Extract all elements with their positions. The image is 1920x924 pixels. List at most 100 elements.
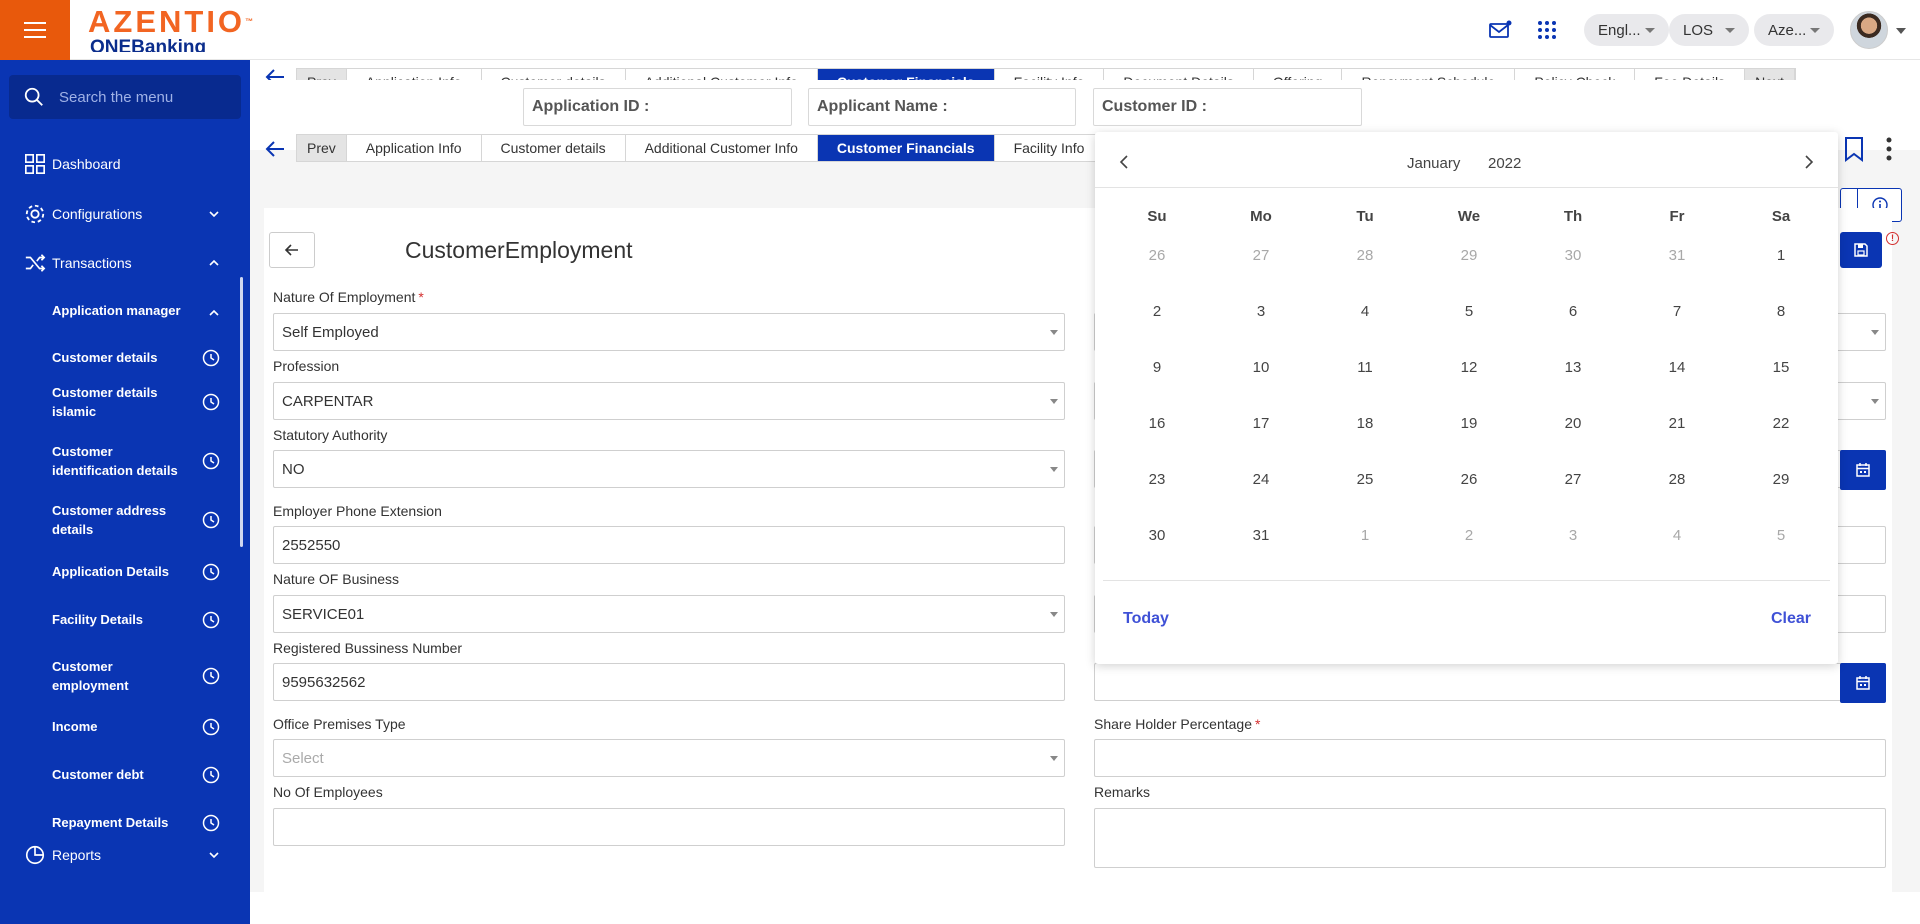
sidebar-item-customer-details[interactable]: Customer details — [52, 339, 232, 377]
entity-select[interactable]: Aze... — [1754, 14, 1835, 46]
arrow-left-icon[interactable] — [264, 66, 286, 80]
calendar-day[interactable]: 26 — [1417, 460, 1521, 500]
menu-toggle-button[interactable] — [0, 0, 70, 60]
date-picker-button[interactable] — [1840, 663, 1886, 703]
sidebar-item-transactions[interactable]: Transactions — [0, 243, 240, 283]
calendar-day[interactable]: 12 — [1417, 348, 1521, 388]
calendar-day[interactable]: 29 — [1729, 460, 1833, 500]
language-select[interactable]: Engl... — [1584, 14, 1669, 46]
menu-search[interactable] — [9, 75, 241, 119]
chevron-down-icon[interactable] — [1896, 28, 1906, 34]
tab-prev-button[interactable]: Prev — [297, 69, 347, 80]
calendar-day[interactable]: 7 — [1625, 292, 1729, 332]
calendar-day[interactable]: 9 — [1105, 348, 1209, 388]
nature-of-business-select[interactable]: SERVICE01 — [273, 595, 1065, 633]
sidebar-item-customer-address-details[interactable]: Customer address details — [52, 498, 232, 542]
date-input-2[interactable] — [1094, 663, 1886, 701]
chevron-right-icon[interactable] — [1800, 154, 1816, 170]
tab-facility-info[interactable]: Facility Info — [995, 135, 1105, 161]
calendar-day[interactable]: 2 — [1417, 516, 1521, 556]
chevron-left-icon[interactable] — [1117, 154, 1133, 170]
sidebar-item-reports[interactable]: Reports — [0, 835, 240, 875]
arrow-left-icon[interactable] — [264, 138, 286, 160]
tab-application-info[interactable]: Application Info — [347, 69, 482, 80]
calendar-day[interactable]: 18 — [1313, 404, 1417, 444]
search-input[interactable] — [59, 88, 229, 106]
calendar-day[interactable]: 11 — [1313, 348, 1417, 388]
date-picker-button[interactable] — [1840, 450, 1886, 490]
share-holder-percentage-input[interactable] — [1094, 739, 1886, 777]
no-of-employees-input[interactable] — [273, 808, 1065, 846]
profession-select[interactable]: CARPENTAR — [273, 382, 1065, 420]
sidebar-item-customer-details-islamic[interactable]: Customer details islamic — [52, 380, 232, 424]
calendar-day[interactable]: 31 — [1209, 516, 1313, 556]
tab-repayment-schedule[interactable]: Repayment Schedule — [1342, 69, 1516, 80]
calendar-day[interactable]: 1 — [1313, 516, 1417, 556]
tab-fee-details[interactable]: Fee Details — [1635, 69, 1746, 80]
apps-grid-icon[interactable] — [1535, 18, 1559, 42]
sidebar-item-facility-details[interactable]: Facility Details — [52, 601, 232, 639]
tab-prev-button[interactable]: Prev — [297, 135, 347, 161]
calendar-day[interactable]: 15 — [1729, 348, 1833, 388]
calendar-day[interactable]: 26 — [1105, 236, 1209, 276]
calendar-day[interactable]: 13 — [1521, 348, 1625, 388]
sidebar-item-dashboard[interactable]: Dashboard — [0, 144, 240, 184]
calendar-day[interactable]: 27 — [1209, 236, 1313, 276]
tab-customer-financials[interactable]: Customer Financials — [817, 135, 995, 161]
calendar-day[interactable]: 25 — [1313, 460, 1417, 500]
calendar-day[interactable]: 21 — [1625, 404, 1729, 444]
tab-additional-customer-info[interactable]: Additional Customer Info — [626, 135, 818, 161]
calendar-day[interactable]: 17 — [1209, 404, 1313, 444]
calendar-day[interactable]: 2 — [1105, 292, 1209, 332]
more-vertical-icon[interactable] — [1885, 136, 1893, 162]
module-select[interactable]: LOS — [1669, 14, 1750, 46]
sidebar-item-customer-identification-details[interactable]: Customer identification details — [52, 439, 232, 483]
calendar-day[interactable]: 20 — [1521, 404, 1625, 444]
calendar-day[interactable]: 27 — [1521, 460, 1625, 500]
calendar-month[interactable]: January — [1407, 155, 1460, 172]
sidebar-scrollbar[interactable] — [240, 277, 243, 547]
calendar-day[interactable]: 14 — [1625, 348, 1729, 388]
remarks-textarea[interactable] — [1094, 808, 1886, 868]
sidebar-item-application-details[interactable]: Application Details — [52, 553, 232, 591]
tab-customer-details[interactable]: Customer details — [482, 69, 626, 80]
calendar-day[interactable]: 31 — [1625, 236, 1729, 276]
calendar-today-button[interactable]: Today — [1123, 610, 1169, 628]
calendar-year[interactable]: 2022 — [1488, 155, 1521, 172]
bookmark-icon[interactable] — [1843, 136, 1865, 162]
calendar-day[interactable]: 28 — [1625, 460, 1729, 500]
sidebar-item-customer-employment[interactable]: Customer employment — [52, 654, 232, 698]
calendar-day[interactable]: 22 — [1729, 404, 1833, 444]
calendar-day[interactable]: 10 — [1209, 348, 1313, 388]
tab-document-details[interactable]: Document Details — [1104, 69, 1254, 80]
tab-facility-info[interactable]: Facility Info — [995, 69, 1105, 80]
calendar-day[interactable]: 28 — [1313, 236, 1417, 276]
calendar-day[interactable]: 8 — [1729, 292, 1833, 332]
tab-offering[interactable]: Offering — [1254, 69, 1343, 80]
back-button[interactable] — [269, 232, 315, 268]
calendar-clear-button[interactable]: Clear — [1771, 610, 1811, 628]
office-premises-type-select[interactable]: Select — [273, 739, 1065, 777]
registered-business-number-input[interactable]: 9595632562 — [273, 663, 1065, 701]
calendar-day[interactable]: 30 — [1105, 516, 1209, 556]
employer-phone-extension-input[interactable]: 2552550 — [273, 526, 1065, 564]
statutory-authority-select[interactable]: NO — [273, 450, 1065, 488]
sidebar-item-customer-debt[interactable]: Customer debt — [52, 756, 232, 794]
calendar-day[interactable]: 6 — [1521, 292, 1625, 332]
calendar-day[interactable]: 30 — [1521, 236, 1625, 276]
tab-additional-customer-info[interactable]: Additional Customer Info — [626, 69, 818, 80]
tab-application-info[interactable]: Application Info — [347, 135, 482, 161]
calendar-day[interactable]: 23 — [1105, 460, 1209, 500]
calendar-day[interactable]: 24 — [1209, 460, 1313, 500]
calendar-day[interactable]: 4 — [1313, 292, 1417, 332]
calendar-day[interactable]: 29 — [1417, 236, 1521, 276]
tab-policy-check[interactable]: Policy Check — [1515, 69, 1636, 80]
avatar[interactable] — [1850, 11, 1888, 49]
calendar-day[interactable]: 19 — [1417, 404, 1521, 444]
calendar-day[interactable]: 1 — [1729, 236, 1833, 276]
sidebar-item-income[interactable]: Income — [52, 708, 232, 746]
mail-icon[interactable] — [1488, 18, 1512, 42]
calendar-day[interactable]: 4 — [1625, 516, 1729, 556]
sidebar-item-configurations[interactable]: Configurations — [0, 194, 240, 234]
tab-customer-financials[interactable]: Customer Financials — [817, 69, 995, 80]
